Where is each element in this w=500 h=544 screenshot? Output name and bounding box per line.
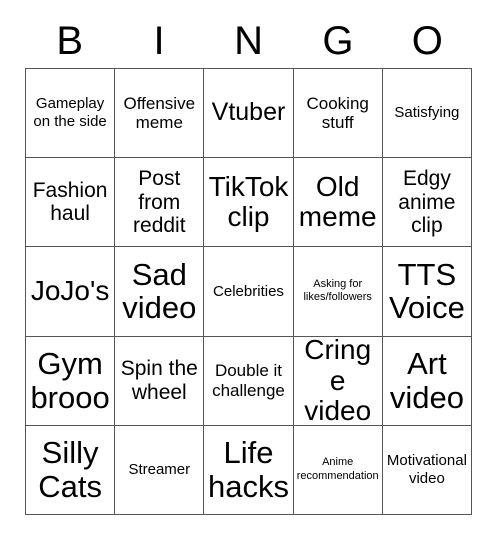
bingo-cell-label: Old meme: [298, 171, 377, 233]
bingo-cell-label: Celebrities: [213, 282, 284, 300]
bingo-cell[interactable]: Offensive meme: [115, 69, 205, 159]
bingo-cell[interactable]: Vtuber: [204, 69, 294, 159]
bingo-cell-label: Sad video: [122, 257, 197, 326]
bingo-cell[interactable]: Gym brooo: [26, 336, 116, 426]
bingo-cell[interactable]: Gameplay on the side: [26, 69, 116, 159]
bingo-cell-label: TikTok clip: [208, 171, 289, 233]
bingo-cell[interactable]: Cooking stuff: [293, 69, 383, 159]
bingo-cell-label: Gameplay on the side: [33, 95, 107, 131]
bingo-grid: Gameplay on the side Offensive meme Vtub…: [25, 68, 472, 515]
bingo-cell-label: Streamer: [128, 461, 191, 479]
bingo-cell[interactable]: Silly Cats: [26, 425, 116, 515]
bingo-cell-label: Spin the wheel: [120, 357, 198, 404]
bingo-cell-label: Cooking stuff: [306, 93, 369, 133]
bingo-cell-label: Satisfying: [394, 104, 460, 122]
bingo-cell-label: Gym brooo: [30, 346, 110, 415]
bingo-cell-label: Post from reddit: [133, 167, 186, 238]
bingo-cell[interactable]: Spin the wheel: [115, 336, 205, 426]
bingo-cell[interactable]: Post from reddit: [115, 158, 205, 248]
bingo-cell-label: Motivational video: [386, 452, 467, 487]
bingo-cell[interactable]: Cringe video: [293, 336, 383, 426]
bingo-cell[interactable]: Streamer: [115, 425, 205, 515]
bingo-cell[interactable]: TTS Voice: [382, 247, 472, 337]
bingo-cell[interactable]: Edgy anime clip: [382, 158, 472, 248]
bingo-cell-label: TTS Voice: [388, 257, 465, 326]
bingo-cell[interactable]: Anime recommendation: [293, 425, 383, 515]
bingo-cell[interactable]: Celebrities: [204, 247, 294, 337]
bingo-cell[interactable]: Double it challenge: [204, 336, 294, 426]
bingo-cell[interactable]: Life hacks: [204, 425, 294, 515]
bingo-cell-label: Silly Cats: [38, 435, 102, 504]
bingo-header: B I N G O: [25, 14, 472, 68]
bingo-header-letter-g: G: [322, 19, 354, 63]
bingo-cell-label: Fashion haul: [32, 178, 108, 226]
bingo-cell-label: Asking for likes/followers: [303, 278, 372, 304]
bingo-header-letter-i: I: [153, 19, 165, 63]
bingo-cell[interactable]: TikTok clip: [204, 158, 294, 248]
bingo-cell[interactable]: Fashion haul: [26, 158, 116, 248]
bingo-cell-label: Cringe video: [304, 336, 372, 426]
bingo-cell-label: JoJo's: [30, 275, 110, 307]
bingo-cell[interactable]: Motivational video: [382, 425, 472, 515]
bingo-cell[interactable]: Old meme: [293, 158, 383, 248]
bingo-cell-label: Anime recommendation: [296, 456, 379, 482]
bingo-cell[interactable]: Art video: [382, 336, 472, 426]
bingo-cell-label: Art video: [389, 346, 464, 415]
bingo-card: B I N G O Gameplay on the side Offensive…: [0, 0, 500, 544]
bingo-header-letter-b: B: [56, 19, 84, 63]
bingo-cell[interactable]: Sad video: [115, 247, 205, 337]
bingo-header-letter-o: O: [411, 19, 443, 63]
bingo-cell[interactable]: Satisfying: [382, 69, 472, 159]
bingo-cell-label: Offensive meme: [123, 93, 196, 133]
bingo-cell[interactable]: Asking for likes/followers: [293, 247, 383, 337]
bingo-cell-label: Double it challenge: [212, 361, 285, 400]
bingo-header-letter-n: N: [234, 19, 263, 63]
bingo-cell-label: Vtuber: [211, 98, 286, 127]
bingo-cell-label: Life hacks: [208, 435, 289, 504]
bingo-cell-label: Edgy anime clip: [398, 167, 456, 238]
bingo-cell[interactable]: JoJo's: [26, 247, 116, 337]
